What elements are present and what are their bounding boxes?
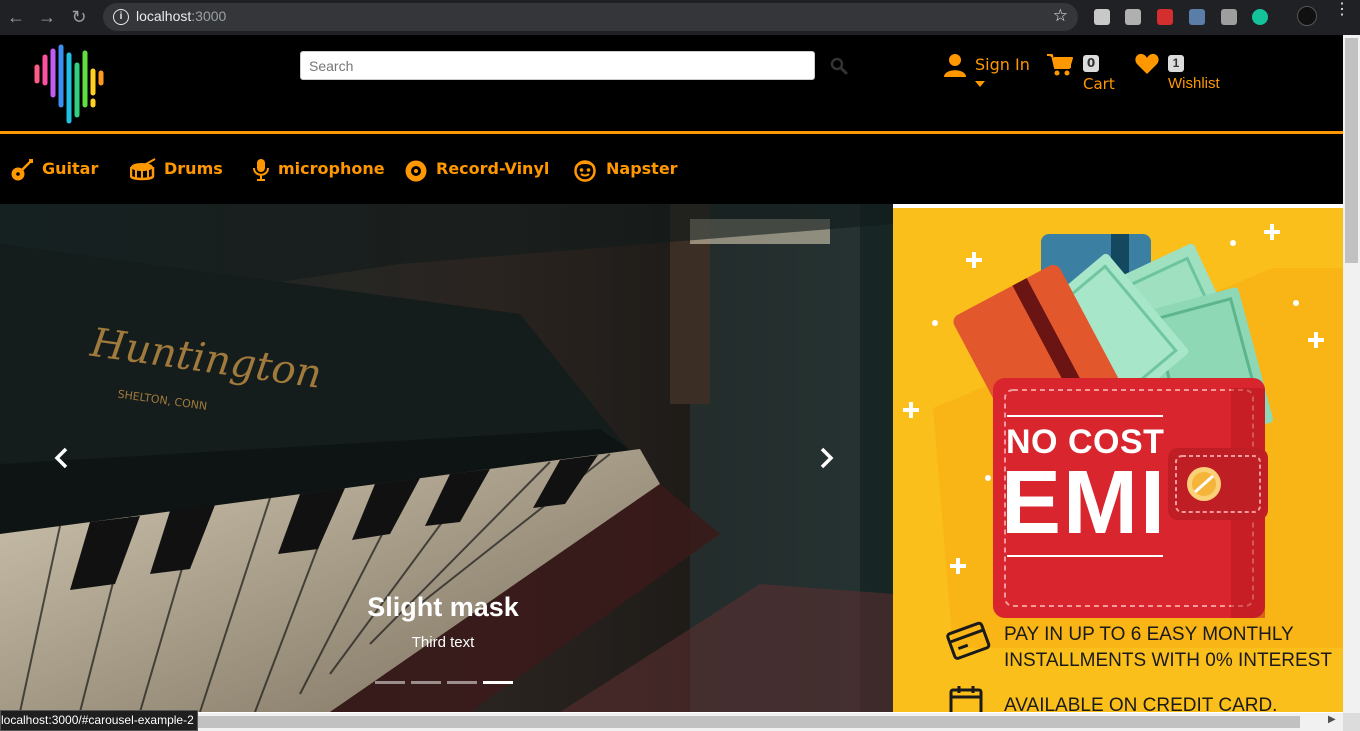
cart-count-badge: 0 xyxy=(1083,55,1099,72)
extension-icon[interactable] xyxy=(1221,9,1237,25)
chevron-down-icon[interactable] xyxy=(975,81,985,87)
status-bar-url: localhost:3000/#carousel-example-2 xyxy=(0,710,198,731)
grammarly-icon[interactable] xyxy=(1252,9,1268,25)
hero-carousel: Huntington SHELTON, CONN Slight mask Thi… xyxy=(0,204,893,712)
category-label: Guitar xyxy=(42,159,99,178)
horizontal-scrollbar[interactable]: ▶ xyxy=(0,713,1343,731)
bookmark-star-icon[interactable]: ☆ xyxy=(1053,6,1068,26)
browser-toolbar: ← → ↻ i localhost:3000 ☆ ⋮ xyxy=(0,0,1360,35)
logo[interactable] xyxy=(33,43,115,125)
forward-icon[interactable]: → xyxy=(37,7,57,27)
category-label: Napster xyxy=(606,159,678,178)
emi-promo-banner[interactable]: NO COST EMI PAY IN UP TO 6 EASY MONTHLY … xyxy=(893,208,1343,712)
avatar[interactable] xyxy=(1297,6,1317,26)
cart-label: Cart xyxy=(1083,75,1115,93)
microphone-icon xyxy=(253,159,269,181)
site-info-icon[interactable]: i xyxy=(113,9,129,25)
user-icon xyxy=(944,54,966,77)
search-input[interactable] xyxy=(300,51,815,80)
vertical-scrollbar-thumb[interactable] xyxy=(1345,38,1358,263)
wishlist-count-badge: 1 xyxy=(1168,55,1184,72)
site-header: Sign In 0 Cart 1 Wishlist xyxy=(0,35,1343,131)
carousel-indicator-active[interactable] xyxy=(483,681,513,684)
category-label: microphone xyxy=(278,159,385,178)
sign-in-label: Sign In xyxy=(975,55,1030,74)
carousel-caption-title: Slight mask xyxy=(367,592,519,622)
address-bar[interactable]: i localhost:3000 ☆ xyxy=(103,3,1078,31)
horizontal-scrollbar-thumb[interactable] xyxy=(195,716,1300,728)
guitar-icon xyxy=(11,159,33,181)
browser-menu-icon[interactable]: ⋮ xyxy=(1334,2,1350,18)
carousel-next-icon[interactable] xyxy=(816,446,836,470)
heart-icon xyxy=(1135,53,1159,74)
carousel-prev-icon[interactable] xyxy=(52,446,72,470)
scroll-corner xyxy=(1343,713,1360,731)
extension-icon[interactable] xyxy=(1189,9,1205,25)
url-port: :3000 xyxy=(191,8,227,24)
category-label: Drums xyxy=(164,159,223,178)
carousel-indicator[interactable] xyxy=(375,681,405,684)
url-text: localhost:3000 xyxy=(136,8,226,24)
reload-icon[interactable]: ↻ xyxy=(69,7,89,27)
back-icon[interactable]: ← xyxy=(6,7,26,27)
carousel-indicator[interactable] xyxy=(411,681,441,684)
carousel-caption-text: Third text xyxy=(411,634,475,651)
banner-line: AVAILABLE ON CREDIT CARD. xyxy=(1004,695,1278,712)
banner-line: INSTALLMENTS WITH 0% INTEREST xyxy=(1004,650,1332,671)
extension-icon[interactable] xyxy=(1157,9,1173,25)
carousel-indicator[interactable] xyxy=(447,681,477,684)
wishlist-label: Wishlist xyxy=(1168,75,1220,92)
cart-icon xyxy=(1047,54,1073,76)
extension-icon[interactable] xyxy=(1125,9,1141,25)
banner-emi-text: EMI xyxy=(1001,453,1168,553)
extension-icon[interactable] xyxy=(1094,9,1110,25)
scroll-right-icon[interactable]: ▶ xyxy=(1328,714,1336,725)
vertical-scrollbar[interactable] xyxy=(1343,35,1360,713)
url-host: localhost xyxy=(136,8,192,24)
napster-icon xyxy=(574,160,596,182)
record-vinyl-icon xyxy=(405,160,427,182)
category-label: Record-Vinyl xyxy=(436,159,550,178)
banner-line: PAY IN UP TO 6 EASY MONTHLY xyxy=(1004,624,1294,645)
category-nav: Guitar Drums microphone Record-Vinyl Nap… xyxy=(0,134,1343,204)
search-icon[interactable] xyxy=(830,57,848,75)
drum-icon xyxy=(130,158,156,181)
